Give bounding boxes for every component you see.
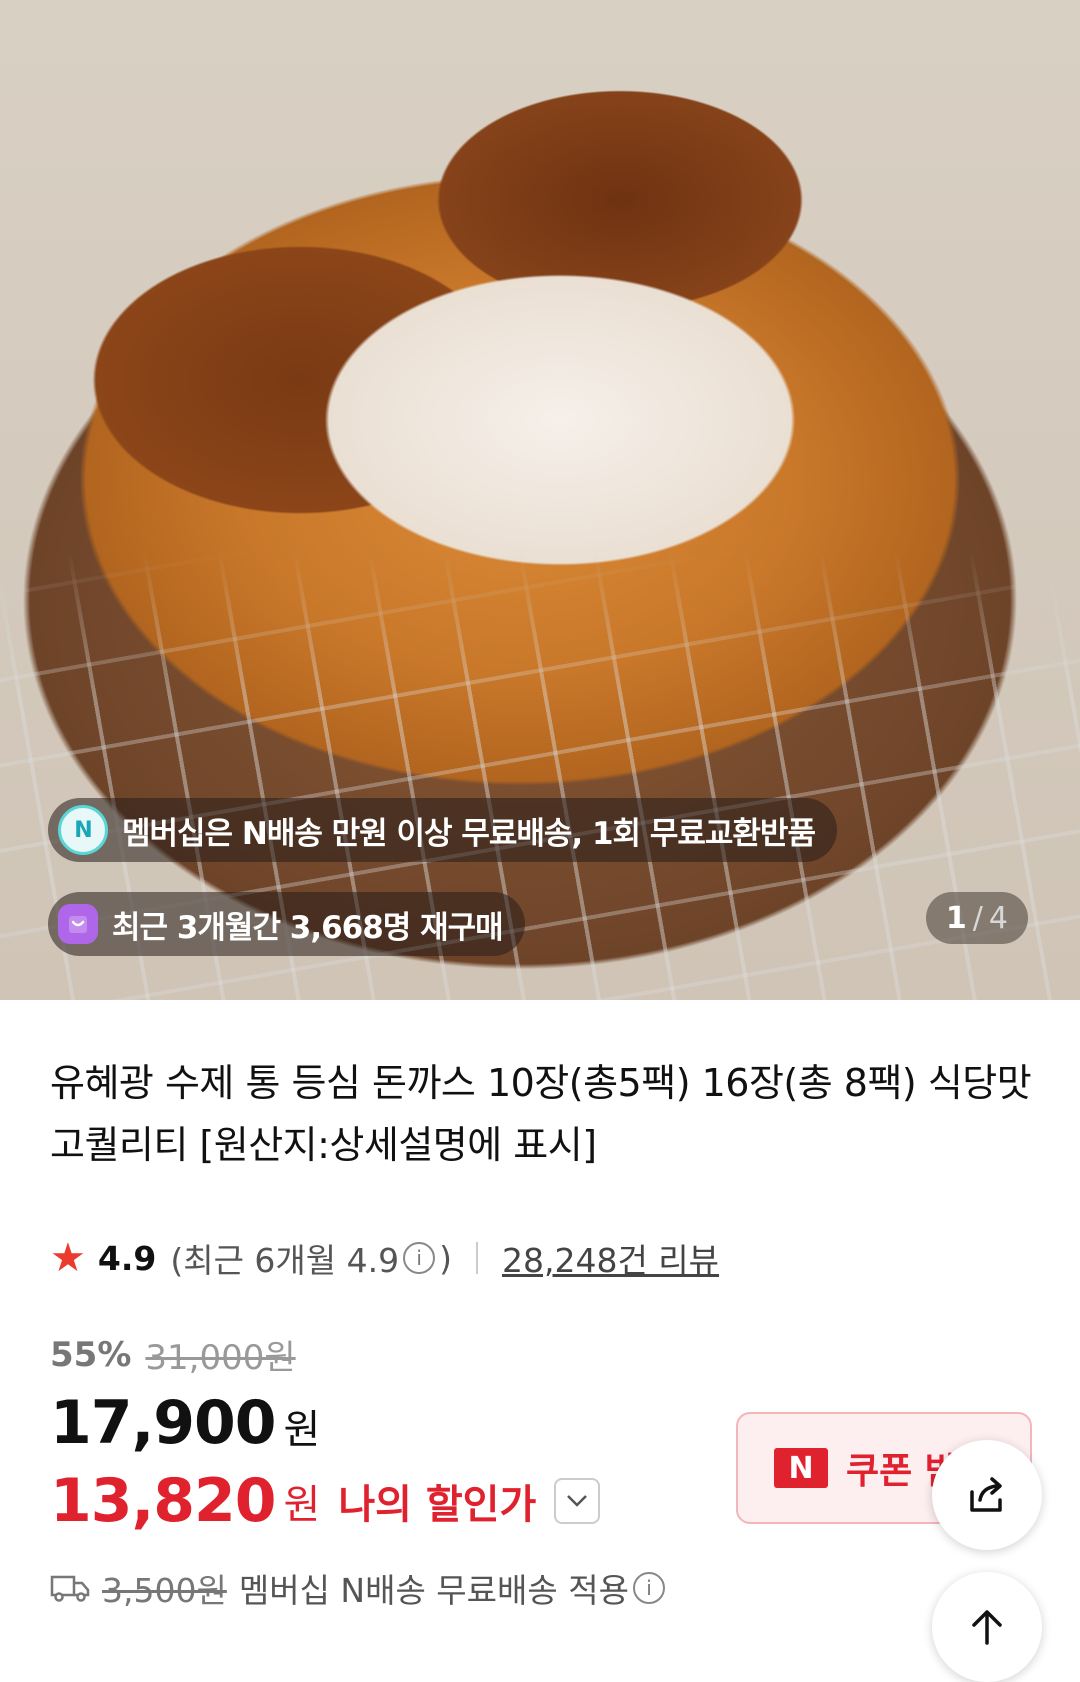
share-button[interactable] bbox=[932, 1440, 1042, 1550]
review-count-link[interactable]: 28,248건 리뷰 bbox=[502, 1234, 719, 1282]
page-current: 1 bbox=[945, 900, 967, 936]
chevron-down-icon[interactable] bbox=[554, 1478, 601, 1524]
shipping-text: 멤버십 N배송 무료배송 적용 bbox=[238, 1571, 629, 1610]
naver-n-icon: N bbox=[774, 1448, 828, 1488]
rating-value: 4.9 bbox=[97, 1238, 157, 1278]
star-icon: ★ bbox=[50, 1235, 86, 1281]
product-title: 유혜광 수제 통 등심 돈까스 10장(총5팩) 16장(총 8팩) 식당맛 고… bbox=[50, 1061, 1032, 1167]
shopping-bag-icon bbox=[58, 904, 98, 944]
price-unit: 원 bbox=[283, 1407, 321, 1453]
divider bbox=[475, 1242, 478, 1274]
share-icon bbox=[970, 1477, 1002, 1512]
discount-rate: 55% bbox=[50, 1334, 132, 1375]
rating-detail-prefix: (최근 6개월 4.9 bbox=[170, 1241, 400, 1280]
shipping-row: 3,500원 멤버십 N배송 무료배송 적용 i bbox=[50, 1564, 669, 1612]
repurchase-text: 최근 3개월간 3,668명 재구매 bbox=[112, 909, 504, 946]
truck-icon bbox=[50, 1573, 90, 1603]
arrow-up-icon bbox=[972, 1610, 1002, 1645]
scroll-top-button[interactable] bbox=[932, 1572, 1042, 1682]
product-image[interactable]: N 멤버십은 N배송 만원 이상 무료배송, 1회 무료교환반품 최근 3개월간… bbox=[0, 0, 1080, 1000]
my-discount-price: 13,820 bbox=[50, 1466, 277, 1536]
n-delivery-icon: N bbox=[58, 805, 108, 855]
page-total: 4 bbox=[988, 900, 1008, 936]
membership-banner[interactable]: N 멤버십은 N배송 만원 이상 무료배송, 1회 무료교환반품 bbox=[48, 798, 837, 862]
sale-price: 17,900 bbox=[50, 1388, 277, 1458]
rating-row: ★ 4.9 (최근 6개월 4.9 i ) 28,248건 리뷰 bbox=[50, 1232, 719, 1284]
repurchase-banner: 최근 3개월간 3,668명 재구매 bbox=[48, 892, 525, 956]
page-separator: / bbox=[972, 900, 983, 936]
my-price-row: 13,820 원 나의 할인가 bbox=[50, 1466, 601, 1536]
original-price: 31,000원 bbox=[145, 1338, 296, 1378]
my-price-label: 나의 할인가 bbox=[338, 1482, 537, 1528]
my-price-unit: 원 bbox=[283, 1482, 321, 1528]
discount-row: 55% 31,000원 bbox=[50, 1330, 296, 1379]
membership-text: 멤버십은 N배송 만원 이상 무료배송, 1회 무료교환반품 bbox=[122, 815, 816, 852]
price-row: 17,900 원 bbox=[50, 1388, 320, 1458]
info-icon[interactable]: i bbox=[403, 1242, 436, 1274]
rating-detail-suffix: ) bbox=[439, 1238, 452, 1278]
shipping-fee: 3,500원 bbox=[102, 1571, 227, 1610]
shipping-info-icon[interactable]: i bbox=[632, 1572, 665, 1604]
image-page-counter: 1 / 4 bbox=[925, 892, 1028, 944]
